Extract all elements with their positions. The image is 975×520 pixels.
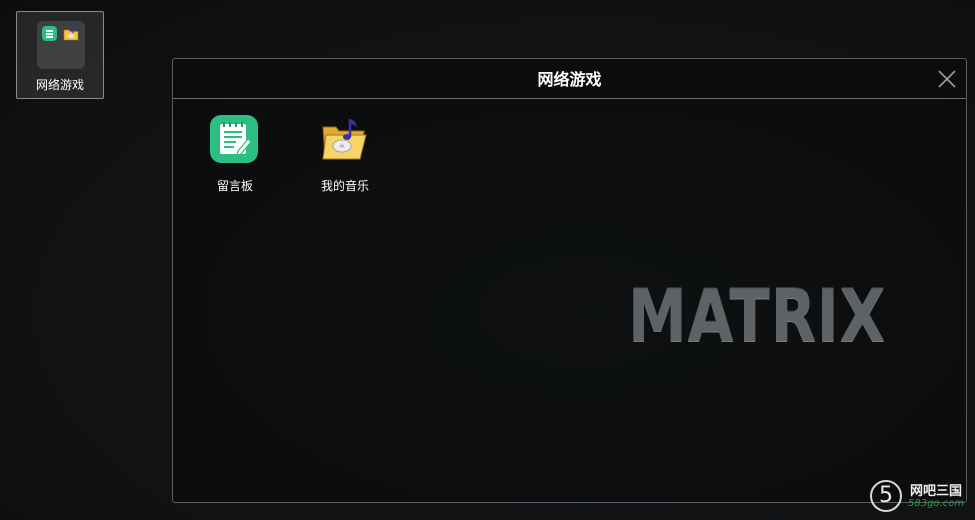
- site-name: 网吧三国: [910, 484, 963, 499]
- music-folder-mini-icon: [63, 27, 79, 41]
- notepad-icon: [210, 115, 258, 163]
- music-folder-icon: [322, 119, 367, 160]
- matrix-logo: MATRIX: [628, 274, 887, 358]
- app-my-music-label: 我的音乐: [320, 179, 369, 193]
- desktop: 网络游戏 网络游戏 留言板 我的音乐 MATRIX 5 网吧三国 583go.c…: [0, 0, 975, 520]
- desktop-folder-label: 网络游戏: [35, 78, 84, 92]
- close-icon[interactable]: [936, 68, 958, 90]
- window-title-bar[interactable]: 网络游戏: [173, 59, 966, 99]
- site-badge: 5: [870, 480, 902, 512]
- app-my-music[interactable]: 我的音乐: [300, 115, 390, 199]
- desktop-folder-shortcut[interactable]: 网络游戏: [16, 11, 104, 99]
- app-guestbook[interactable]: 留言板: [190, 115, 280, 199]
- notepad-mini-icon: [42, 26, 57, 41]
- folder-window: 网络游戏 留言板 我的音乐 MATRIX: [172, 58, 967, 503]
- site-watermark: 5 网吧三国 583go.com: [868, 478, 973, 518]
- site-url: 583go.com: [908, 498, 965, 509]
- folder-thumbnail: [37, 21, 85, 69]
- window-title: 网络游戏: [537, 70, 602, 89]
- app-guestbook-label: 留言板: [216, 179, 253, 193]
